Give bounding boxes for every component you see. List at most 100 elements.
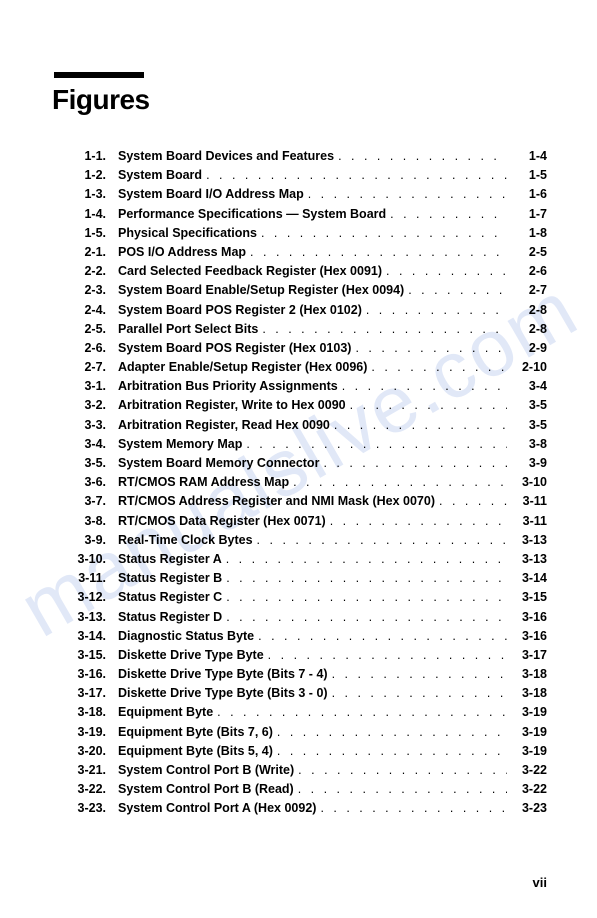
toc-row: 3-18.Equipment Byte . . . . . . . . . . …	[74, 704, 547, 722]
toc-entry-title: System Board Devices and Features	[118, 148, 334, 166]
toc-entry-page: 3-14	[507, 570, 547, 588]
toc-leader-dots: . . . . . . . . . . . . . . . . . . . . …	[330, 417, 507, 435]
toc-leader-dots: . . . . . . . . . . . . . . . . . . . . …	[222, 570, 507, 588]
section-heading: Figures	[52, 84, 547, 116]
toc-entry-page: 3-18	[507, 666, 547, 684]
toc-entry-page: 1-7	[507, 206, 547, 224]
toc-entry-title: Parallel Port Select Bits	[118, 321, 258, 339]
toc-entry-number: 3-20.	[74, 743, 118, 761]
toc-row: 3-14.Diagnostic Status Byte . . . . . . …	[74, 628, 547, 646]
toc-row: 3-4.System Memory Map . . . . . . . . . …	[74, 436, 547, 454]
page-content: Figures 1-1.System Board Devices and Fea…	[50, 72, 547, 818]
toc-leader-dots: . . . . . . . . . . . . . . . . . . . . …	[338, 378, 507, 396]
toc-entry-number: 2-7.	[74, 359, 118, 377]
table-of-figures: 1-1.System Board Devices and Features . …	[50, 148, 547, 818]
toc-entry-number: 2-1.	[74, 244, 118, 262]
toc-leader-dots: . . . . . . . . . . . . . . . . . . . . …	[404, 282, 507, 300]
toc-entry-page: 3-15	[507, 589, 547, 607]
toc-leader-dots: . . . . . . . . . . . . . . . . . . . . …	[213, 704, 507, 722]
toc-entry-page: 1-4	[507, 148, 547, 166]
toc-entry-number: 3-15.	[74, 647, 118, 665]
toc-entry-page: 2-6	[507, 263, 547, 281]
toc-entry-number: 3-6.	[74, 474, 118, 492]
toc-leader-dots: . . . . . . . . . . . . . . . . . . . . …	[319, 455, 507, 473]
toc-entry-title: System Board POS Register (Hex 0103)	[118, 340, 351, 358]
toc-entry-page: 3-5	[507, 397, 547, 415]
toc-row: 3-13.Status Register D . . . . . . . . .…	[74, 609, 547, 627]
toc-row: 2-7.Adapter Enable/Setup Register (Hex 0…	[74, 359, 547, 377]
toc-entry-number: 3-10.	[74, 551, 118, 569]
toc-entry-number: 3-22.	[74, 781, 118, 799]
toc-entry-page: 3-19	[507, 704, 547, 722]
toc-entry-number: 3-4.	[74, 436, 118, 454]
toc-entry-title: Status Register D	[118, 609, 222, 627]
toc-row: 3-22.System Control Port B (Read) . . . …	[74, 781, 547, 799]
heading-rule	[54, 72, 144, 78]
toc-leader-dots: . . . . . . . . . . . . . . . . . . . . …	[222, 589, 507, 607]
toc-leader-dots: . . . . . . . . . . . . . . . . . . . . …	[328, 666, 507, 684]
toc-row: 3-12.Status Register C . . . . . . . . .…	[74, 589, 547, 607]
toc-entry-page: 1-8	[507, 225, 547, 243]
toc-entry-title: System Board	[118, 167, 202, 185]
toc-entry-page: 3-18	[507, 685, 547, 703]
toc-row: 3-19.Equipment Byte (Bits 7, 6) . . . . …	[74, 724, 547, 742]
toc-row: 3-20.Equipment Byte (Bits 5, 4) . . . . …	[74, 743, 547, 761]
toc-entry-number: 2-3.	[74, 282, 118, 300]
toc-entry-number: 3-2.	[74, 397, 118, 415]
toc-leader-dots: . . . . . . . . . . . . . . . . . . . . …	[242, 436, 507, 454]
toc-entry-title: Diskette Drive Type Byte (Bits 7 - 4)	[118, 666, 328, 684]
toc-leader-dots: . . . . . . . . . . . . . . . . . . . . …	[257, 225, 507, 243]
toc-leader-dots: . . . . . . . . . . . . . . . . . . . . …	[289, 474, 507, 492]
toc-entry-page: 3-8	[507, 436, 547, 454]
toc-entry-number: 3-23.	[74, 800, 118, 818]
toc-entry-title: Arbitration Bus Priority Assignments	[118, 378, 338, 396]
toc-row: 1-1.System Board Devices and Features . …	[74, 148, 547, 166]
toc-entry-number: 1-3.	[74, 186, 118, 204]
toc-entry-title: System Board POS Register 2 (Hex 0102)	[118, 302, 362, 320]
toc-entry-page: 3-17	[507, 647, 547, 665]
toc-row: 3-1.Arbitration Bus Priority Assignments…	[74, 378, 547, 396]
toc-entry-page: 3-22	[507, 781, 547, 799]
toc-entry-number: 3-5.	[74, 455, 118, 473]
toc-entry-number: 3-3.	[74, 417, 118, 435]
toc-entry-title: Card Selected Feedback Register (Hex 009…	[118, 263, 382, 281]
toc-leader-dots: . . . . . . . . . . . . . . . . . . . . …	[258, 321, 507, 339]
toc-entry-title: Arbitration Register, Write to Hex 0090	[118, 397, 346, 415]
toc-row: 1-5.Physical Specifications . . . . . . …	[74, 225, 547, 243]
toc-entry-page: 2-5	[507, 244, 547, 262]
toc-entry-page: 3-19	[507, 743, 547, 761]
toc-leader-dots: . . . . . . . . . . . . . . . . . . . . …	[294, 762, 507, 780]
toc-entry-title: POS I/O Address Map	[118, 244, 246, 262]
toc-entry-page: 2-8	[507, 302, 547, 320]
toc-entry-page: 3-10	[507, 474, 547, 492]
toc-leader-dots: . . . . . . . . . . . . . . . . . . . . …	[362, 302, 507, 320]
toc-entry-number: 3-9.	[74, 532, 118, 550]
toc-row: 2-5.Parallel Port Select Bits . . . . . …	[74, 321, 547, 339]
toc-entry-number: 3-18.	[74, 704, 118, 722]
toc-entry-title: System Board Memory Connector	[118, 455, 319, 473]
toc-row: 3-6.RT/CMOS RAM Address Map . . . . . . …	[74, 474, 547, 492]
toc-entry-title: Status Register C	[118, 589, 222, 607]
toc-entry-title: System Memory Map	[118, 436, 242, 454]
toc-row: 2-3.System Board Enable/Setup Register (…	[74, 282, 547, 300]
toc-entry-title: System Board I/O Address Map	[118, 186, 304, 204]
toc-entry-number: 3-7.	[74, 493, 118, 511]
toc-entry-number: 3-19.	[74, 724, 118, 742]
toc-entry-page: 1-5	[507, 167, 547, 185]
toc-entry-page: 3-9	[507, 455, 547, 473]
toc-entry-title: Arbitration Register, Read Hex 0090	[118, 417, 330, 435]
toc-leader-dots: . . . . . . . . . . . . . . . . . . . . …	[316, 800, 507, 818]
toc-entry-number: 3-11.	[74, 570, 118, 588]
toc-entry-number: 3-14.	[74, 628, 118, 646]
toc-row: 1-2.System Board . . . . . . . . . . . .…	[74, 167, 547, 185]
toc-entry-number: 2-5.	[74, 321, 118, 339]
toc-leader-dots: . . . . . . . . . . . . . . . . . . . . …	[382, 263, 507, 281]
toc-entry-title: Equipment Byte (Bits 5, 4)	[118, 743, 273, 761]
toc-entry-title: Physical Specifications	[118, 225, 257, 243]
toc-entry-page: 3-16	[507, 628, 547, 646]
toc-entry-number: 1-1.	[74, 148, 118, 166]
toc-leader-dots: . . . . . . . . . . . . . . . . . . . . …	[346, 397, 507, 415]
toc-leader-dots: . . . . . . . . . . . . . . . . . . . . …	[273, 743, 507, 761]
toc-row: 3-7.RT/CMOS Address Register and NMI Mas…	[74, 493, 547, 511]
toc-entry-number: 3-8.	[74, 513, 118, 531]
